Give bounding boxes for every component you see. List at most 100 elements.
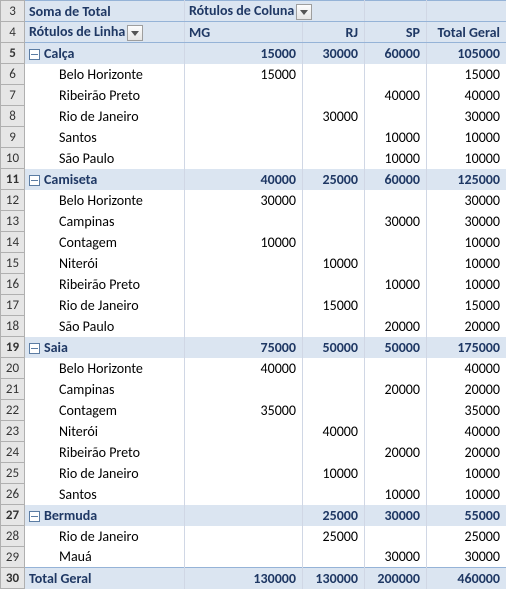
- collapse-icon[interactable]: [29, 343, 40, 354]
- row-header[interactable]: 27: [1, 505, 25, 526]
- row-header[interactable]: 10: [1, 148, 25, 169]
- row-header[interactable]: 7: [1, 85, 25, 106]
- row-header[interactable]: 25: [1, 463, 25, 484]
- row-header[interactable]: 15: [1, 253, 25, 274]
- collapse-icon[interactable]: [29, 175, 40, 186]
- detail-rj: [303, 379, 365, 400]
- row-header[interactable]: 24: [1, 442, 25, 463]
- detail-name[interactable]: Niterói: [25, 421, 185, 442]
- detail-name[interactable]: Campinas: [25, 379, 185, 400]
- detail-mg: [185, 274, 303, 295]
- row-header[interactable]: 3: [1, 1, 25, 22]
- group-name: Bermuda: [44, 507, 97, 524]
- group-rj: 25000: [303, 505, 365, 526]
- detail-name[interactable]: Belo Horizonte: [25, 358, 185, 379]
- detail-name[interactable]: Mauá: [25, 547, 185, 568]
- detail-name[interactable]: Santos: [25, 484, 185, 505]
- row-header[interactable]: 22: [1, 400, 25, 421]
- col-header-sp[interactable]: SP: [365, 22, 427, 43]
- detail-sp: [365, 295, 427, 316]
- detail-name[interactable]: Belo Horizonte: [25, 190, 185, 211]
- detail-mg: 10000: [185, 232, 303, 253]
- detail-sp: 30000: [365, 211, 427, 232]
- detail-name[interactable]: Contagem: [25, 400, 185, 421]
- group-sp: 60000: [365, 169, 427, 190]
- detail-name[interactable]: Rio de Janeiro: [25, 463, 185, 484]
- row-header[interactable]: 12: [1, 190, 25, 211]
- collapse-icon[interactable]: [29, 511, 40, 522]
- row-header[interactable]: 16: [1, 274, 25, 295]
- row-header[interactable]: 8: [1, 106, 25, 127]
- row-header[interactable]: 13: [1, 211, 25, 232]
- row-header[interactable]: 11: [1, 169, 25, 190]
- detail-mg: [185, 547, 303, 568]
- detail-name[interactable]: Ribeirão Preto: [25, 442, 185, 463]
- row-header[interactable]: 17: [1, 295, 25, 316]
- row-header[interactable]: 29: [1, 547, 25, 568]
- group-row[interactable]: Calça: [25, 43, 185, 64]
- column-labels-dropdown[interactable]: [296, 4, 312, 20]
- group-rj: 25000: [303, 169, 365, 190]
- col-header-rj[interactable]: RJ: [303, 22, 365, 43]
- group-row[interactable]: Saia: [25, 337, 185, 358]
- row-header[interactable]: 4: [1, 22, 25, 43]
- row-header[interactable]: 5: [1, 43, 25, 64]
- detail-mg: 40000: [185, 358, 303, 379]
- row-header[interactable]: 6: [1, 64, 25, 85]
- detail-name[interactable]: São Paulo: [25, 316, 185, 337]
- detail-sp: 10000: [365, 274, 427, 295]
- row-header[interactable]: 20: [1, 358, 25, 379]
- row-header[interactable]: 28: [1, 526, 25, 547]
- detail-rj: [303, 148, 365, 169]
- detail-total: 20000: [427, 316, 506, 337]
- col-header-total[interactable]: Total Geral: [427, 22, 506, 43]
- detail-rj: 40000: [303, 421, 365, 442]
- detail-sp: 10000: [365, 484, 427, 505]
- col-header-mg[interactable]: MG: [185, 22, 303, 43]
- detail-name[interactable]: Ribeirão Preto: [25, 85, 185, 106]
- row-header[interactable]: 14: [1, 232, 25, 253]
- group-row[interactable]: Bermuda: [25, 505, 185, 526]
- detail-name[interactable]: Belo Horizonte: [25, 64, 185, 85]
- detail-sp: [365, 253, 427, 274]
- detail-rj: [303, 64, 365, 85]
- row-header[interactable]: 30: [1, 568, 25, 589]
- detail-rj: 10000: [303, 463, 365, 484]
- row-header[interactable]: 9: [1, 127, 25, 148]
- detail-sp: 10000: [365, 127, 427, 148]
- row-header[interactable]: 21: [1, 379, 25, 400]
- detail-name[interactable]: Contagem: [25, 232, 185, 253]
- detail-rj: 25000: [303, 526, 365, 547]
- row-header[interactable]: 19: [1, 337, 25, 358]
- detail-total: 40000: [427, 358, 506, 379]
- row-header[interactable]: 26: [1, 484, 25, 505]
- detail-sp: [365, 463, 427, 484]
- detail-rj: [303, 484, 365, 505]
- group-row[interactable]: Camiseta: [25, 169, 185, 190]
- detail-name[interactable]: Rio de Janeiro: [25, 106, 185, 127]
- detail-sp: [365, 190, 427, 211]
- detail-name[interactable]: Ribeirão Preto: [25, 274, 185, 295]
- detail-mg: 30000: [185, 190, 303, 211]
- detail-mg: [185, 127, 303, 148]
- group-sp: 30000: [365, 505, 427, 526]
- group-rj: 50000: [303, 337, 365, 358]
- detail-name[interactable]: Rio de Janeiro: [25, 295, 185, 316]
- detail-name[interactable]: São Paulo: [25, 148, 185, 169]
- detail-total: 30000: [427, 547, 506, 568]
- group-name: Calça: [44, 45, 74, 62]
- collapse-icon[interactable]: [29, 49, 40, 60]
- row-labels-dropdown[interactable]: [127, 25, 143, 41]
- detail-name[interactable]: Rio de Janeiro: [25, 526, 185, 547]
- row-header[interactable]: 18: [1, 316, 25, 337]
- detail-name[interactable]: Santos: [25, 127, 185, 148]
- detail-name[interactable]: Niterói: [25, 253, 185, 274]
- group-mg: [185, 505, 303, 526]
- detail-rj: [303, 547, 365, 568]
- detail-total: 35000: [427, 400, 506, 421]
- detail-mg: [185, 85, 303, 106]
- detail-name[interactable]: Campinas: [25, 211, 185, 232]
- row-header[interactable]: 23: [1, 421, 25, 442]
- detail-sp: 10000: [365, 148, 427, 169]
- group-mg: 15000: [185, 43, 303, 64]
